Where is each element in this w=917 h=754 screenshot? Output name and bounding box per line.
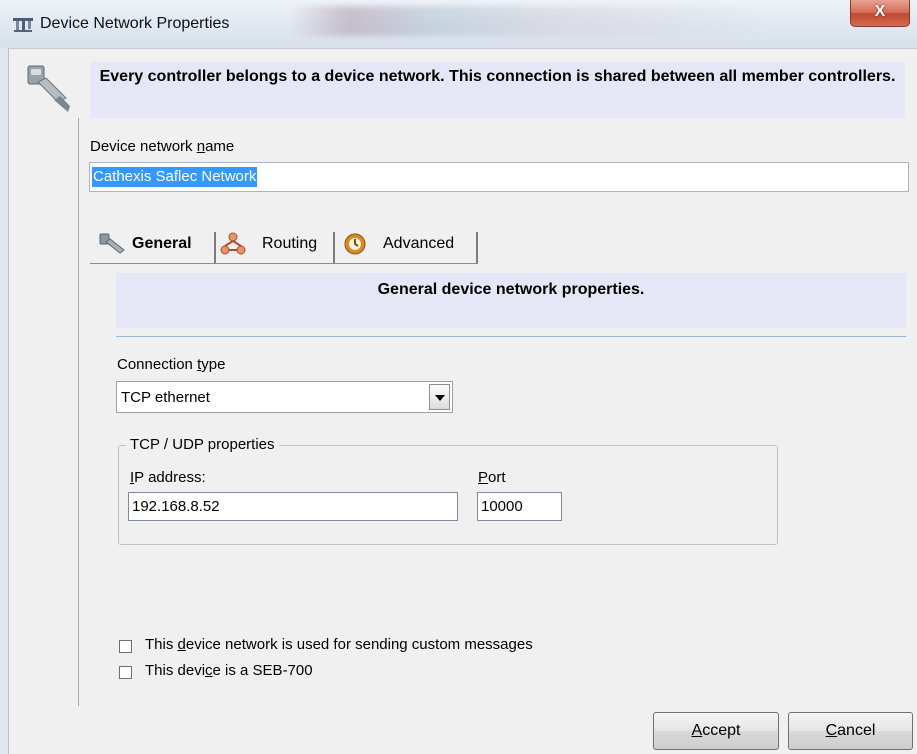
label-text: This devi xyxy=(145,662,206,679)
connection-type-label: Connection type xyxy=(117,356,225,373)
label-accelerator: c xyxy=(205,662,213,679)
connection-type-value: TCP ethernet xyxy=(121,389,210,406)
label-text: Connection xyxy=(117,356,198,373)
network-app-icon xyxy=(13,18,33,32)
plug-icon xyxy=(99,233,125,254)
close-button[interactable]: X xyxy=(850,0,910,27)
button-accelerator: A xyxy=(691,722,703,739)
title-bar: Device Network Properties xyxy=(0,0,917,49)
button-label: ccept xyxy=(702,722,741,739)
label-accelerator: d xyxy=(177,636,186,653)
tab-separator xyxy=(214,232,216,264)
seb-700-label[interactable]: This device is a SEB-700 xyxy=(145,662,313,679)
content-left-divider xyxy=(78,118,79,706)
header-message: Every controller belongs to a device net… xyxy=(99,68,896,85)
tab-routing-label: Routing xyxy=(262,235,318,252)
tab-separator xyxy=(476,232,478,264)
tab-advanced[interactable]: Advanced xyxy=(343,226,473,262)
tab-routing[interactable]: Routing xyxy=(220,226,330,262)
advanced-icon xyxy=(344,233,366,255)
tab-advanced-label: Advanced xyxy=(383,235,455,252)
label-text-rest: P address: xyxy=(134,469,206,486)
label-text-rest: e is a SEB-700 xyxy=(212,662,313,679)
tab-strip-baseline xyxy=(90,263,478,264)
label-text-rest: evice network is used for sending custom… xyxy=(185,636,533,653)
ip-address-label: IP address: xyxy=(130,469,206,486)
window-title: Device Network Properties xyxy=(40,15,230,32)
device-network-name-label: Device network name xyxy=(90,138,234,155)
label-accelerator: P xyxy=(478,469,489,486)
tab-general[interactable]: General xyxy=(98,226,212,262)
device-network-name-input[interactable]: Cathexis Saflec Network xyxy=(89,162,909,192)
port-label: Port xyxy=(478,469,506,486)
connection-type-select[interactable]: TCP ethernet xyxy=(116,381,453,413)
close-icon: X xyxy=(874,3,886,20)
label-text-rest: ame xyxy=(205,138,235,155)
label-text: Device network xyxy=(90,138,197,155)
button-accelerator: C xyxy=(825,722,838,739)
general-banner-text: General device network properties. xyxy=(377,281,645,298)
ip-address-input[interactable]: 192.168.8.52 xyxy=(128,492,458,521)
port-input[interactable]: 10000 xyxy=(477,492,562,521)
network-cable-icon xyxy=(27,65,70,112)
title-bar-background xyxy=(290,6,770,36)
label-text: This xyxy=(145,636,178,653)
cancel-button[interactable]: Cancel xyxy=(788,712,913,750)
custom-messages-checkbox[interactable] xyxy=(119,640,132,653)
seb-700-checkbox[interactable] xyxy=(119,666,132,679)
button-label: ancel xyxy=(837,722,876,739)
tab-separator xyxy=(333,232,335,264)
chevron-down-icon[interactable] xyxy=(429,384,450,410)
general-banner-divider xyxy=(116,336,906,337)
label-accelerator: n xyxy=(196,138,206,155)
label-text-rest: ort xyxy=(488,469,506,486)
routing-icon xyxy=(220,232,246,255)
device-network-name-value: Cathexis Saflec Network xyxy=(92,167,258,187)
tab-general-label: General xyxy=(132,235,192,252)
label-text-rest: ype xyxy=(201,356,226,373)
tcp-udp-group-title: TCP / UDP properties xyxy=(126,436,279,453)
window-left-border xyxy=(0,48,9,754)
custom-messages-label[interactable]: This device network is used for sending … xyxy=(145,636,533,653)
accept-button[interactable]: Accept xyxy=(653,712,779,750)
